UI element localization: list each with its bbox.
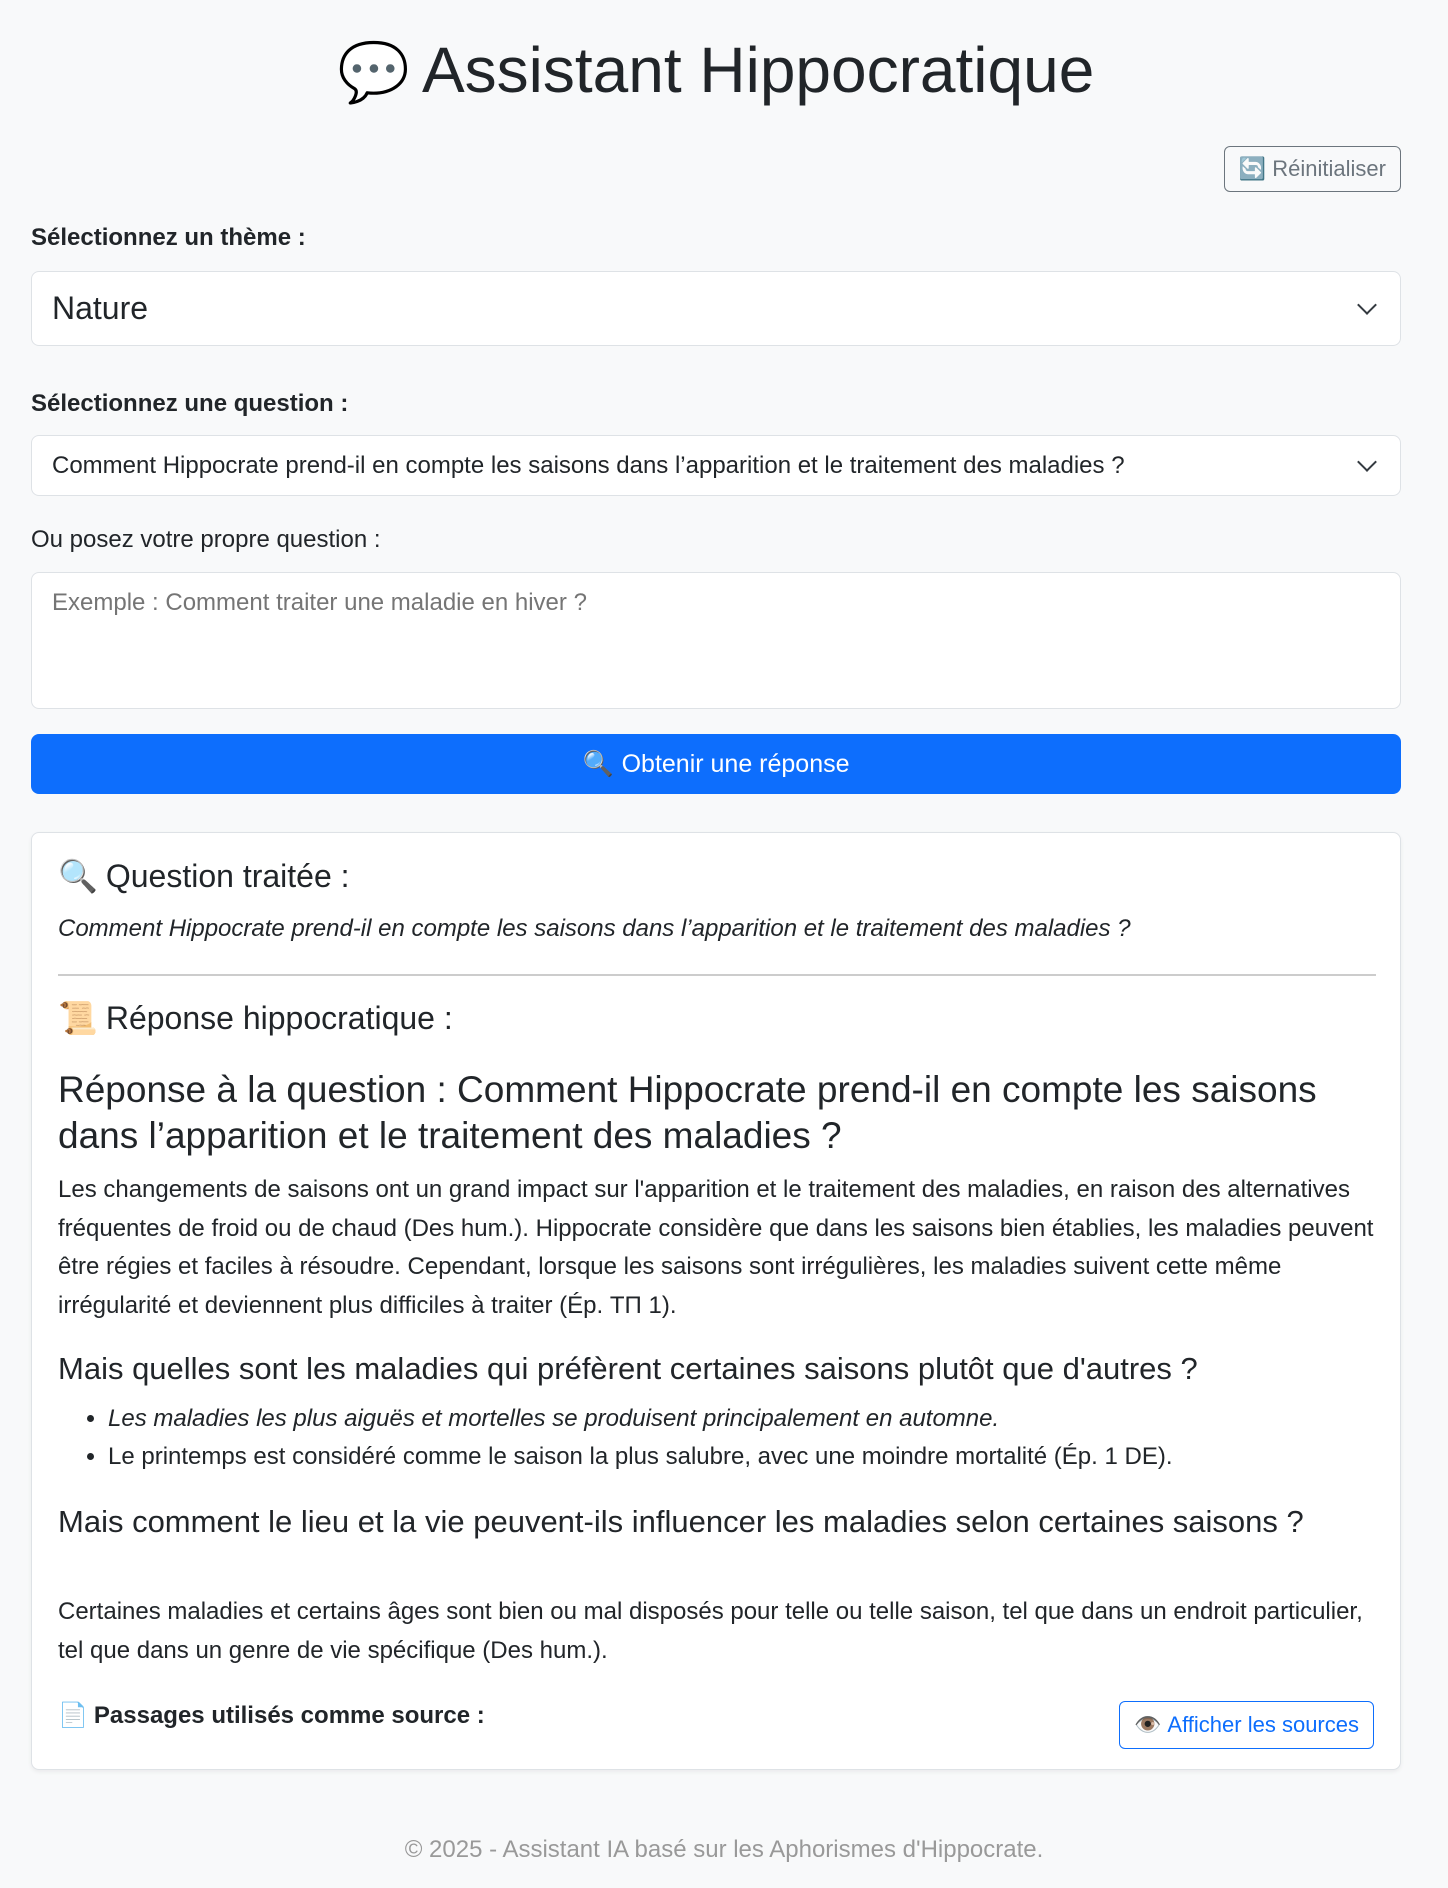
sources-label: 📄 Passages utilisés comme source :: [58, 1701, 1058, 1730]
custom-question-input[interactable]: [31, 572, 1401, 709]
show-sources-button-label: Afficher les sources: [1167, 1712, 1359, 1737]
refresh-icon: 🔄: [1238, 156, 1267, 181]
list-item: Les maladies les plus aiguës et mortelle…: [108, 1400, 1376, 1438]
question-select-value: Comment Hippocrate prend-il en compte le…: [52, 451, 1125, 479]
answer-title: Réponse à la question : Comment Hippocra…: [58, 1069, 1317, 1156]
show-sources-button[interactable]: 👁️ Afficher les sources: [1119, 1701, 1374, 1749]
question-heading-text: Question traitée :: [105, 857, 350, 894]
footer-text: © 2025 - Assistant IA basé sur les Aphor…: [404, 1836, 1044, 1863]
processed-question-text: Comment Hippocrate prend-il en compte le…: [58, 915, 1131, 942]
answer-paragraph: Certaines maladies et certains âges sont…: [58, 1598, 1363, 1664]
answer-list: Les maladies les plus aiguës et mortelle…: [58, 1400, 1376, 1476]
page-title-text: Assistant Hippocratique: [421, 34, 1095, 106]
sources-label-text: Passages utilisés comme source :: [93, 1701, 485, 1729]
list-item: Le printemps est considéré comme le sais…: [108, 1438, 1376, 1476]
answer-paragraph: Les changements de saisons ont un grand …: [58, 1176, 1374, 1319]
response-heading: 📜 Réponse hippocratique :: [58, 999, 1376, 1037]
chevron-down-icon: [1357, 451, 1377, 472]
speech-bubble-icon: 💬: [337, 40, 410, 105]
theme-label: Sélectionnez un thème :: [31, 224, 306, 251]
scroll-icon: 📜: [58, 1000, 98, 1036]
divider: [58, 974, 1376, 976]
document-icon: 📄: [58, 1702, 88, 1729]
theme-select[interactable]: Nature: [31, 271, 1401, 346]
custom-question-label: Ou posez votre propre question :: [31, 526, 381, 553]
eye-icon: 👁️: [1134, 1712, 1162, 1737]
answer-subheading: Mais quelles sont les maladies qui préfè…: [58, 1351, 1198, 1386]
response-heading-text: Réponse hippocratique :: [105, 999, 453, 1036]
magnifier-icon: 🔍: [58, 858, 98, 894]
theme-select-value: Nature: [52, 290, 149, 326]
reset-button-label: Réinitialiser: [1272, 156, 1386, 181]
question-heading: 🔍 Question traitée :: [58, 857, 1376, 895]
answer-subheading: Mais comment le lieu et la vie peuvent-i…: [58, 1504, 1304, 1539]
get-answer-button[interactable]: 🔍 Obtenir une réponse: [31, 734, 1401, 794]
get-answer-button-label: Obtenir une réponse: [621, 749, 850, 778]
question-label: Sélectionnez une question :: [31, 390, 349, 417]
question-select[interactable]: Comment Hippocrate prend-il en compte le…: [31, 435, 1401, 496]
magnifier-icon: 🔍: [582, 749, 614, 778]
answer-card: 🔍 Question traitée : Comment Hippocrate …: [31, 832, 1401, 1770]
chevron-down-icon: [1357, 294, 1377, 315]
page-title: 💬 Assistant Hippocratique: [31, 30, 1401, 113]
reset-button[interactable]: 🔄 Réinitialiser: [1223, 146, 1401, 192]
